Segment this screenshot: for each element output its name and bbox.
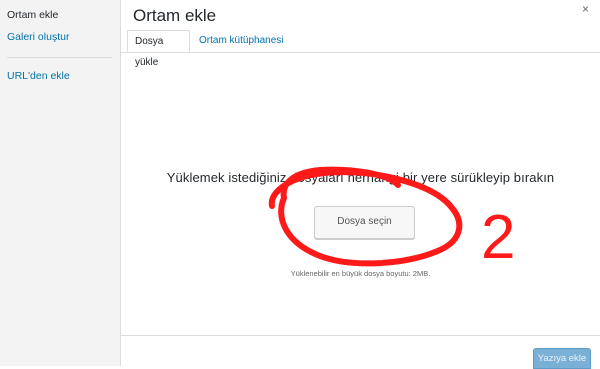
drop-instructions: Yüklemek istediğiniz dosyaları herhangi … <box>166 170 555 185</box>
sidebar-divider <box>7 57 112 58</box>
tab-upload-files[interactable]: Dosya yükle <box>127 30 190 68</box>
sidebar-item-add-media[interactable]: Ortam ekle <box>7 9 58 21</box>
media-sidebar: Ortam ekle Galeri oluştur URL'den ekle <box>0 0 121 366</box>
tab-media-library[interactable]: Ortam kütüphanesi <box>192 30 291 52</box>
sidebar-item-insert-from-url[interactable]: URL'den ekle <box>7 70 70 82</box>
select-files-button[interactable]: Dosya seçin <box>314 206 415 239</box>
close-icon[interactable]: × <box>582 2 589 16</box>
page-title: Ortam ekle <box>133 6 217 25</box>
sidebar-item-create-gallery[interactable]: Galeri oluştur <box>7 31 69 43</box>
max-upload-size-note: Yüklenebilir en büyük dosya boyutu: 2MB. <box>290 269 431 278</box>
upload-dropzone[interactable]: Yüklemek istediğiniz dosyaları herhangi … <box>121 53 600 335</box>
modal-footer: Yazıya ekle <box>121 335 600 369</box>
